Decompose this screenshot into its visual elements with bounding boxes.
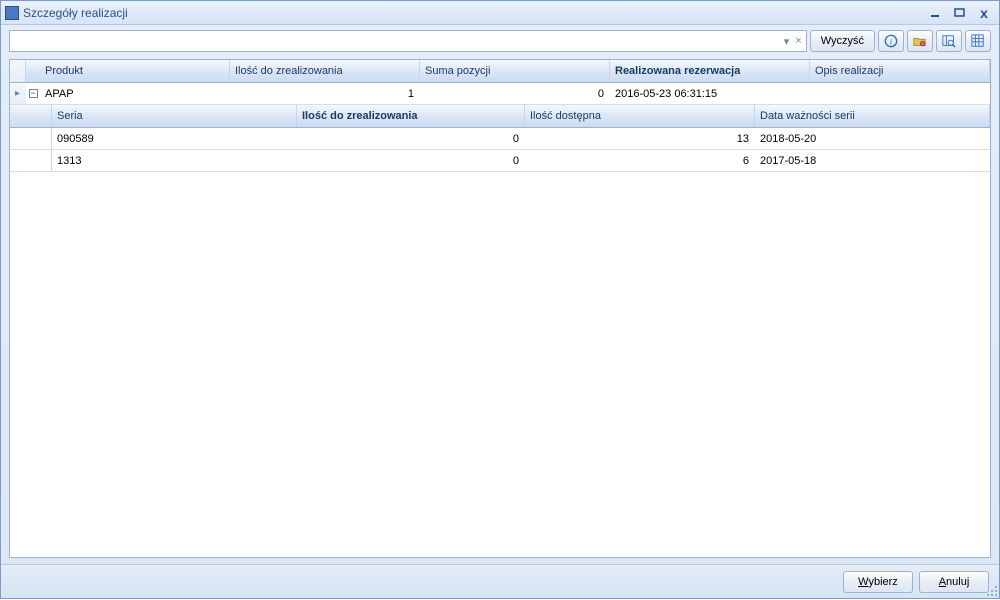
collapse-icon: −	[29, 89, 38, 98]
folder-lock-button[interactable]	[907, 30, 933, 52]
current-row-icon: ▸	[15, 88, 20, 99]
footer: Wybierz Anuluj	[1, 564, 999, 598]
col-sum[interactable]: Suma pozycji	[420, 60, 610, 82]
grid-row[interactable]: ▸ − APAP 1 0 2016-05-23 06:31:15	[10, 83, 990, 105]
expand-header	[26, 60, 40, 82]
app-icon	[5, 6, 19, 20]
subcell-qty: 0	[297, 150, 525, 171]
search-input[interactable]	[14, 35, 782, 47]
row-indicator: ▸	[10, 83, 26, 104]
cell-product: APAP	[40, 83, 230, 104]
select-button[interactable]: Wybierz	[843, 571, 913, 593]
expand-toggle[interactable]: −	[26, 83, 40, 104]
dropdown-icon[interactable]: ▾	[782, 35, 792, 48]
toolbar: ▾ × Wyczyść i	[1, 25, 999, 57]
col-qty[interactable]: Ilość do zrealizowania	[230, 60, 420, 82]
gutter-header	[10, 60, 26, 82]
titlebar: Szczegóły realizacji x	[1, 1, 999, 25]
grid-empty-area	[10, 172, 990, 557]
col-desc[interactable]: Opis realizacji	[810, 60, 990, 82]
subcol-qty[interactable]: Ilość do zrealizowania	[297, 105, 525, 127]
data-grid: Produkt Ilość do zrealizowania Suma pozy…	[9, 59, 991, 558]
search-box: ▾ ×	[9, 30, 807, 52]
col-product[interactable]: Produkt	[40, 60, 230, 82]
subcell-qty: 0	[297, 128, 525, 149]
svg-text:i: i	[890, 37, 893, 47]
subgrid-header: Seria Ilość do zrealizowania Ilość dostę…	[10, 105, 990, 128]
col-reservation[interactable]: Realizowana rezerwacja	[610, 60, 810, 82]
close-button[interactable]: x	[973, 5, 995, 21]
clear-button[interactable]: Wyczyść	[810, 30, 875, 52]
clear-search-icon[interactable]: ×	[793, 35, 803, 47]
cell-sum: 0	[420, 83, 610, 104]
subcol-avail[interactable]: Ilość dostępna	[525, 105, 755, 127]
subcell-series: 090589	[52, 128, 297, 149]
subcol-expiry[interactable]: Data ważności serii	[755, 105, 990, 127]
subcell-expiry: 2017-05-18	[755, 150, 990, 171]
subcol-series[interactable]: Seria	[52, 105, 297, 127]
subcell-series: 1313	[52, 150, 297, 171]
window: Szczegóły realizacji x ▾ × Wyczyść i	[0, 0, 1000, 599]
cell-desc	[810, 83, 990, 104]
cell-qty: 1	[230, 83, 420, 104]
find-column-button[interactable]	[936, 30, 962, 52]
grid-header: Produkt Ilość do zrealizowania Suma pozy…	[10, 60, 990, 83]
info-button[interactable]: i	[878, 30, 904, 52]
window-title: Szczegóły realizacji	[23, 6, 923, 20]
subcell-avail: 13	[525, 128, 755, 149]
subcell-expiry: 2018-05-20	[755, 128, 990, 149]
subgrid-row[interactable]: 090589 0 13 2018-05-20	[10, 128, 990, 150]
subgrid-row[interactable]: 1313 0 6 2017-05-18	[10, 150, 990, 172]
resize-handle-icon[interactable]	[984, 583, 998, 597]
maximize-button[interactable]	[949, 5, 971, 21]
cell-reservation: 2016-05-23 06:31:15	[610, 83, 810, 104]
subcell-avail: 6	[525, 150, 755, 171]
cancel-button[interactable]: Anuluj	[919, 571, 989, 593]
minimize-button[interactable]	[925, 5, 947, 21]
grid-view-button[interactable]	[965, 30, 991, 52]
